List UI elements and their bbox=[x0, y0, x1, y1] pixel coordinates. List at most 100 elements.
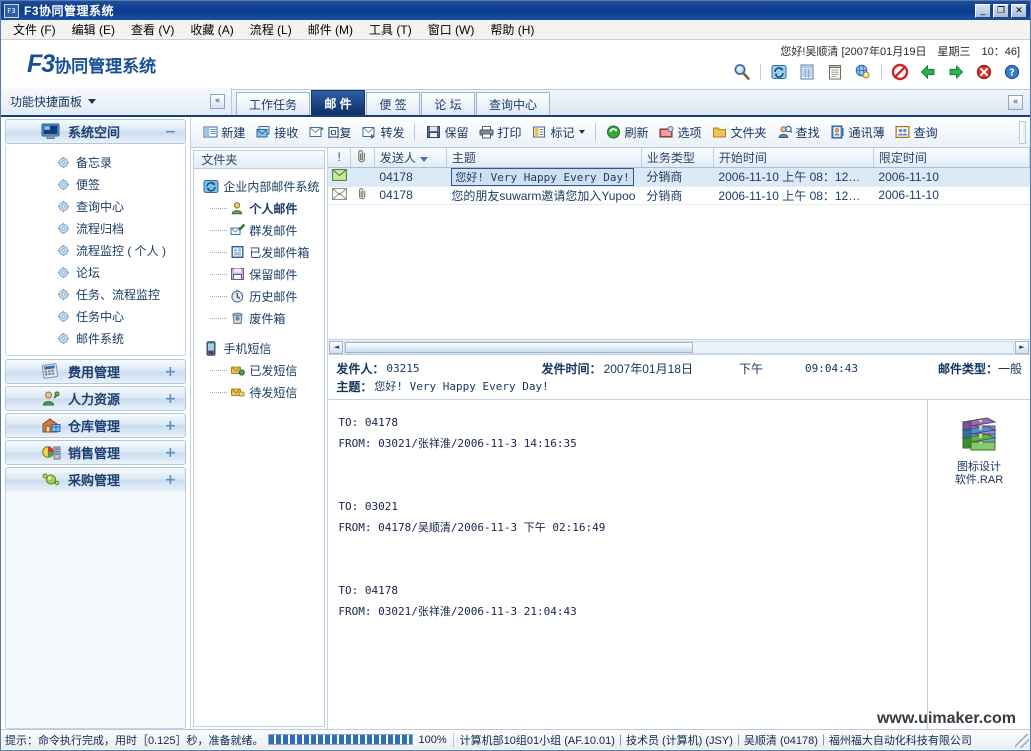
scroll-right-button[interactable]: ► bbox=[1015, 340, 1029, 354]
tree-item-kept-mail[interactable]: 保留邮件 bbox=[194, 263, 324, 285]
globe-user-icon[interactable] bbox=[853, 62, 873, 82]
scroll-thumb[interactable] bbox=[345, 341, 693, 353]
sidebar-group-expense-management[interactable]: 费用管理 + bbox=[5, 359, 187, 384]
attachment-name: 图标设计 软件.RAR bbox=[939, 461, 1019, 487]
sidebar-group-human-resources[interactable]: 人力资源 + bbox=[5, 386, 187, 411]
function-panel-toggle[interactable]: 功能快捷面板 « bbox=[1, 88, 232, 115]
column-header-start-time[interactable]: 开始时间 bbox=[713, 148, 874, 168]
toolbar-new-button[interactable]: 新建 bbox=[197, 122, 250, 143]
tree-root-sms[interactable]: 手机短信 bbox=[194, 337, 324, 359]
sidebar-group-purchase-management[interactable]: 采购管理 + bbox=[5, 467, 187, 492]
tree-item-group-mail[interactable]: 群发邮件 bbox=[194, 219, 324, 241]
tree-item-sent-box[interactable]: 已发邮件箱 bbox=[194, 241, 324, 263]
menu-favorites[interactable]: 收藏 (A) bbox=[182, 19, 241, 40]
minimize-button[interactable]: _ bbox=[975, 3, 991, 18]
toolbar-refresh-button[interactable]: 刷新 bbox=[601, 122, 654, 143]
group-toggle-icon[interactable]: − bbox=[163, 124, 177, 140]
toolbar-grip-handle[interactable] bbox=[1019, 121, 1026, 144]
menu-file[interactable]: 文件 (F) bbox=[5, 19, 64, 40]
folder-tree-body: 企业内部邮件系统 个人邮件 群发邮件 已发邮件箱 保留邮件 历史邮件 废件箱 手… bbox=[193, 169, 326, 727]
scroll-track[interactable] bbox=[344, 340, 1014, 354]
back-arrow-icon[interactable] bbox=[918, 62, 938, 82]
tab-work-tasks[interactable]: 工作任务 bbox=[236, 92, 311, 115]
tab-query-center[interactable]: 查询中心 bbox=[476, 92, 551, 115]
tree-item-trash[interactable]: 废件箱 bbox=[194, 307, 324, 329]
close-button[interactable]: ✕ bbox=[1011, 3, 1027, 18]
toolbar-find-button[interactable]: 查找 bbox=[772, 122, 825, 143]
sidebar-item-query-center[interactable]: 查询中心 bbox=[6, 195, 185, 217]
menu-process[interactable]: 流程 (L) bbox=[242, 19, 300, 40]
gear-icon bbox=[56, 155, 70, 169]
group-toggle-icon[interactable]: + bbox=[163, 391, 177, 407]
sidebar-group-system-space[interactable]: 系统空间 − bbox=[5, 119, 187, 144]
menu-mail[interactable]: 邮件 (M) bbox=[300, 19, 361, 40]
table-row[interactable]: 04178 您的朋友suwarm邀请您加入Yupoo 分销商 2006-11-1… bbox=[328, 186, 1030, 205]
tree-root-enterprise-mail[interactable]: 企业内部邮件系统 bbox=[194, 175, 324, 197]
column-header-deadline[interactable]: 限定时间 bbox=[873, 148, 1030, 168]
toolbar-keep-button[interactable]: 保留 bbox=[420, 122, 473, 143]
menu-help[interactable]: 帮助 (H) bbox=[482, 19, 542, 40]
close-circle-icon[interactable] bbox=[974, 62, 994, 82]
forward-arrow-icon[interactable] bbox=[946, 62, 966, 82]
forbidden-icon[interactable] bbox=[890, 62, 910, 82]
toolbar-options-button[interactable]: 选项 bbox=[654, 122, 707, 143]
column-header-attachment[interactable] bbox=[350, 148, 375, 168]
column-header-subject[interactable]: 主题 bbox=[446, 148, 642, 168]
grid-report-icon[interactable] bbox=[797, 62, 817, 82]
maximize-button[interactable]: ❐ bbox=[993, 3, 1009, 18]
sidebar-item-task-center[interactable]: 任务中心 bbox=[6, 305, 185, 327]
sidebar-group-sales-management[interactable]: 销售管理 + bbox=[5, 440, 187, 465]
sidebar-group-warehouse-management[interactable]: 仓库管理 + bbox=[5, 413, 187, 438]
group-toggle-icon[interactable]: + bbox=[163, 418, 177, 434]
sidebar-item-task-process-monitor[interactable]: 任务、流程监控 bbox=[6, 283, 185, 305]
column-header-priority[interactable]: ! bbox=[328, 148, 351, 168]
sidebar-item-mail-system[interactable]: 邮件系统 bbox=[6, 327, 185, 349]
tree-item-history-mail[interactable]: 历史邮件 bbox=[194, 285, 324, 307]
toolbar-label: 保留 bbox=[444, 125, 469, 140]
toolbar-addressbook-button[interactable]: 通讯薄 bbox=[825, 122, 890, 143]
refresh-sync-icon[interactable] bbox=[769, 62, 789, 82]
tab-forum[interactable]: 论 坛 bbox=[421, 92, 476, 115]
sidebar-item-label: 论坛 bbox=[76, 265, 101, 280]
collapse-right-button[interactable]: « bbox=[1008, 95, 1023, 110]
toolbar-folder-button[interactable]: 文件夹 bbox=[707, 122, 772, 143]
search-icon[interactable] bbox=[732, 62, 752, 82]
toolbar-print-button[interactable]: 打印 bbox=[473, 122, 526, 143]
tree-item-sent-sms[interactable]: 已发短信 bbox=[194, 359, 324, 381]
resize-grip[interactable] bbox=[1015, 734, 1029, 748]
toolbar-reply-button[interactable]: 回复 bbox=[303, 122, 356, 143]
group-toggle-icon[interactable]: + bbox=[163, 445, 177, 461]
menu-window[interactable]: 窗口 (W) bbox=[420, 19, 483, 40]
menu-tools[interactable]: 工具 (T) bbox=[361, 19, 420, 40]
sidebar: 系统空间 − 备忘录 便签 查询中心 流程归档 流程监控 (个人) 论坛 任… bbox=[1, 117, 192, 729]
sidebar-item-memo[interactable]: 备忘录 bbox=[6, 151, 185, 173]
notepad-icon[interactable] bbox=[825, 62, 845, 82]
tab-mail[interactable]: 邮 件 bbox=[311, 90, 366, 115]
toolbar-forward-button[interactable]: 转发 bbox=[356, 122, 409, 143]
toolbar-receive-button[interactable]: 接收 bbox=[250, 122, 303, 143]
collapse-left-button[interactable]: « bbox=[210, 94, 225, 109]
table-row[interactable]: 04178 您好! Very Happy Every Day! 分销商 2006… bbox=[328, 167, 1030, 187]
sidebar-item-forum[interactable]: 论坛 bbox=[6, 261, 185, 283]
scroll-left-button[interactable]: ◄ bbox=[329, 340, 344, 354]
toolbar-mark-dropdown[interactable]: 标记 bbox=[527, 122, 590, 143]
group-toggle-icon[interactable]: + bbox=[163, 472, 177, 488]
help-icon[interactable]: ? bbox=[1002, 62, 1022, 82]
mail-system-icon bbox=[202, 178, 219, 194]
mail-list-hscrollbar[interactable]: ◄ ► bbox=[328, 339, 1030, 354]
sidebar-item-process-monitor-personal[interactable]: 流程监控 ( 个人 ) bbox=[6, 239, 185, 261]
menu-edit[interactable]: 编辑 (E) bbox=[64, 19, 123, 40]
svg-text:?: ? bbox=[1009, 68, 1015, 79]
group-toggle-icon[interactable]: + bbox=[163, 364, 177, 380]
column-header-business-type[interactable]: 业务类型 bbox=[641, 148, 714, 168]
attachment-item[interactable]: 图标设计 软件.RAR bbox=[939, 414, 1019, 487]
sidebar-item-notes[interactable]: 便签 bbox=[6, 173, 185, 195]
menu-view[interactable]: 查看 (V) bbox=[123, 19, 182, 40]
tab-notes[interactable]: 便 签 bbox=[366, 92, 421, 115]
tree-item-pending-sms[interactable]: 待发短信 bbox=[194, 381, 324, 403]
toolbar-query-button[interactable]: 查询 bbox=[890, 122, 943, 143]
tree-item-personal-mail[interactable]: 个人邮件 bbox=[194, 197, 324, 219]
toolbar-label: 转发 bbox=[380, 125, 405, 140]
column-header-sender[interactable]: 发送人 bbox=[374, 148, 447, 168]
sidebar-item-process-archive[interactable]: 流程归档 bbox=[6, 217, 185, 239]
